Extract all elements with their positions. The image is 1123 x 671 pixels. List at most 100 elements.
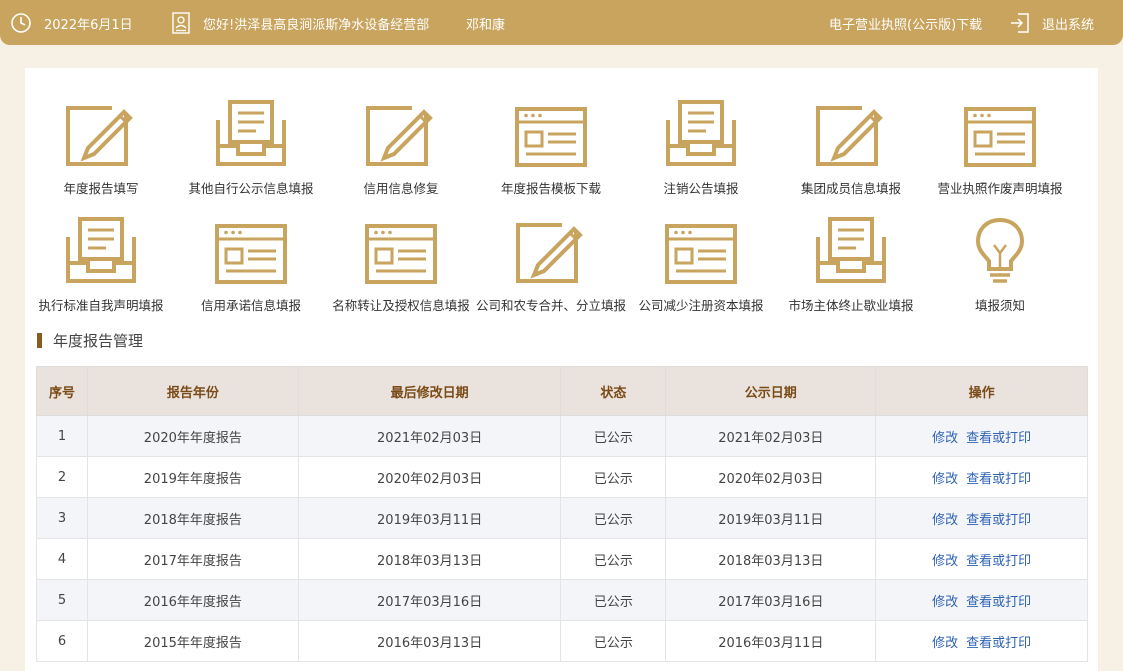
tile-license-void-statement[interactable]: 营业执照作废声明填报 — [925, 94, 1075, 197]
cell-no: 2 — [36, 456, 88, 498]
form-window-icon — [626, 211, 776, 285]
lightbulb-icon — [925, 211, 1075, 285]
tile-deregistration-notice[interactable]: 注销公告填报 — [626, 94, 776, 197]
cell-no: 3 — [36, 497, 88, 539]
pencil-doc-icon — [26, 94, 176, 168]
logout-button[interactable]: 退出系统 — [1042, 14, 1094, 33]
edit-link[interactable]: 修改 — [932, 636, 958, 651]
cell-status: 已公示 — [560, 497, 667, 539]
tile-label: 集团成员信息填报 — [800, 181, 901, 196]
cell-published: 2020年02月03日 — [665, 456, 877, 498]
view-print-link[interactable]: 查看或打印 — [966, 472, 1031, 487]
cell-status: 已公示 — [560, 415, 667, 457]
form-window-icon — [925, 94, 1075, 168]
tile-label: 信用信息修复 — [363, 181, 439, 196]
table-row: 1 2020年年度报告 2021年02月03日 已公示 2021年02月03日 … — [36, 415, 1088, 457]
cell-actions: 修改 查看或打印 — [875, 579, 1088, 621]
view-print-link[interactable]: 查看或打印 — [966, 636, 1031, 651]
table-row: 4 2017年年度报告 2018年03月13日 已公示 2018年03月13日 … — [36, 538, 1088, 580]
inbox-doc-icon — [776, 211, 926, 285]
cell-modified: 2016年03月13日 — [297, 620, 562, 662]
tile-business-termination[interactable]: 市场主体终止歇业填报 — [776, 211, 926, 314]
edit-link[interactable]: 修改 — [932, 472, 958, 487]
license-download-link[interactable]: 电子营业执照(公示版)下载 — [829, 14, 982, 33]
table-row: 2 2019年年度报告 2020年02月03日 已公示 2020年02月03日 … — [36, 456, 1088, 498]
section-title-marker — [37, 332, 42, 348]
current-date: 2022年6月1日 — [44, 18, 133, 33]
tile-credit-repair[interactable]: 信用信息修复 — [326, 94, 476, 197]
main-panel: 年度报告填写 其他自行公示信息填报 信用信息修复 年度报告模板下载 注销公告填报… — [25, 68, 1098, 671]
tile-label: 公司和农专合并、分立填报 — [476, 298, 627, 313]
cell-year: 2016年年度报告 — [86, 579, 299, 621]
cell-no: 6 — [36, 620, 88, 662]
form-window-icon — [476, 94, 626, 168]
inbox-doc-icon — [26, 211, 176, 285]
edit-link[interactable]: 修改 — [932, 513, 958, 528]
form-window-icon — [326, 211, 476, 285]
col-header-year: 报告年份 — [86, 366, 299, 416]
tile-group-member-info[interactable]: 集团成员信息填报 — [776, 94, 926, 197]
tile-other-public-info[interactable]: 其他自行公示信息填报 — [176, 94, 326, 197]
tile-label: 营业执照作废声明填报 — [937, 181, 1063, 196]
cell-status: 已公示 — [560, 620, 667, 662]
cell-published: 2018年03月13日 — [665, 538, 877, 580]
tile-merger-split[interactable]: 公司和农专合并、分立填报 — [476, 211, 626, 314]
cell-actions: 修改 查看或打印 — [875, 456, 1088, 498]
edit-link[interactable]: 修改 — [932, 554, 958, 569]
table-row: 6 2015年年度报告 2016年03月13日 已公示 2016年03月11日 … — [36, 620, 1088, 662]
tile-label: 市场主体终止歇业填报 — [788, 298, 914, 313]
cell-published: 2017年03月16日 — [665, 579, 877, 621]
col-header-actions: 操作 — [875, 366, 1088, 416]
cell-published: 2016年03月11日 — [665, 620, 877, 662]
tile-filing-notice[interactable]: 填报须知 — [925, 211, 1075, 314]
col-header-status: 状态 — [560, 366, 667, 416]
cell-no: 1 — [36, 415, 88, 457]
cell-modified: 2017年03月16日 — [297, 579, 562, 621]
pencil-doc-icon — [476, 211, 626, 285]
table-header-row: 序号 报告年份 最后修改日期 状态 公示日期 操作 — [36, 366, 1088, 416]
cell-published: 2019年03月11日 — [665, 497, 877, 539]
logout-icon[interactable] — [1009, 12, 1031, 34]
cell-modified: 2019年03月11日 — [297, 497, 562, 539]
cell-actions: 修改 查看或打印 — [875, 538, 1088, 580]
pencil-doc-icon — [326, 94, 476, 168]
cell-year: 2019年年度报告 — [86, 456, 299, 498]
view-print-link[interactable]: 查看或打印 — [966, 595, 1031, 610]
cell-no: 5 — [36, 579, 88, 621]
tile-label: 名称转让及授权信息填报 — [332, 298, 470, 313]
clock-icon — [10, 12, 32, 34]
edit-link[interactable]: 修改 — [932, 595, 958, 610]
tile-annual-report-fill[interactable]: 年度报告填写 — [26, 94, 176, 197]
cell-year: 2017年年度报告 — [86, 538, 299, 580]
tile-label: 年度报告填写 — [63, 181, 139, 196]
tile-label: 执行标准自我声明填报 — [38, 298, 164, 313]
tile-label: 其他自行公示信息填报 — [188, 181, 314, 196]
cell-modified: 2020年02月03日 — [297, 456, 562, 498]
cell-actions: 修改 查看或打印 — [875, 415, 1088, 457]
tile-standard-self-declaration[interactable]: 执行标准自我声明填报 — [26, 211, 176, 314]
view-print-link[interactable]: 查看或打印 — [966, 513, 1031, 528]
person-name: 邓和康 — [466, 18, 506, 33]
view-print-link[interactable]: 查看或打印 — [966, 554, 1031, 569]
cell-actions: 修改 查看或打印 — [875, 620, 1088, 662]
edit-link[interactable]: 修改 — [932, 431, 958, 446]
top-bar: 2022年6月1日 您好!洪泽县高良涧派斯净水设备经营部 邓和康 电子营业执照(… — [0, 0, 1123, 45]
greeting-text: 您好!洪泽县高良涧派斯净水设备经营部 — [203, 18, 430, 33]
tile-label: 年度报告模板下载 — [500, 181, 601, 196]
tile-template-download[interactable]: 年度报告模板下载 — [476, 94, 626, 197]
cell-status: 已公示 — [560, 538, 667, 580]
tile-name-transfer[interactable]: 名称转让及授权信息填报 — [326, 211, 476, 314]
tile-credit-commitment[interactable]: 信用承诺信息填报 — [176, 211, 326, 314]
tile-capital-reduction[interactable]: 公司减少注册资本填报 — [626, 211, 776, 314]
tile-label: 填报须知 — [974, 298, 1025, 313]
col-header-modified: 最后修改日期 — [297, 366, 562, 416]
cell-status: 已公示 — [560, 456, 667, 498]
col-header-published: 公示日期 — [665, 366, 877, 416]
cell-status: 已公示 — [560, 579, 667, 621]
inbox-doc-icon — [176, 94, 326, 168]
cell-modified: 2021年02月03日 — [297, 415, 562, 457]
form-window-icon — [176, 211, 326, 285]
pencil-doc-icon — [776, 94, 926, 168]
view-print-link[interactable]: 查看或打印 — [966, 431, 1031, 446]
cell-no: 4 — [36, 538, 88, 580]
